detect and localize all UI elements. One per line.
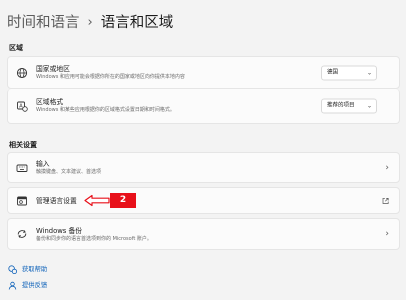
region-format-title: 区域格式	[36, 98, 64, 106]
chevron-right-icon: ›	[385, 162, 389, 173]
page-title: 语言和区域	[100, 15, 174, 31]
region-format-value: 推荐的项目	[327, 102, 355, 109]
help-icon	[8, 265, 17, 274]
region-format-card[interactable]: A 区域格式 Windows 和某些应用根据你的区域格式设置日期和时间格式。 推…	[7, 89, 400, 124]
country-region-value: 德国	[327, 69, 339, 75]
admin-language-title: 管理语言设置	[36, 197, 77, 205]
chevron-down-icon: ⌄	[366, 102, 372, 110]
get-help-link[interactable]: 获取帮助	[8, 265, 47, 274]
keyboard-icon	[16, 162, 28, 174]
breadcrumb-separator-icon: ›	[87, 15, 93, 30]
admin-language-card[interactable]: 管理语言设置	[7, 187, 400, 214]
chevron-right-icon: ›	[385, 229, 389, 239]
input-desc: 触摸键盘、文本建议、首选项	[36, 169, 102, 175]
feedback-icon	[8, 281, 17, 290]
country-region-dropdown[interactable]: 德国 ⌄	[321, 65, 377, 80]
region-format-icon: A	[16, 100, 28, 112]
country-region-title: 国家或地区	[36, 65, 70, 73]
give-feedback-link[interactable]: 提供反馈	[8, 281, 47, 290]
open-external-icon	[382, 197, 389, 204]
country-region-desc: Windows 和应用可能会根据你所在的国家或地区向你提供本地内容	[36, 74, 185, 80]
breadcrumb: 时间和语言 › 语言和区域	[7, 13, 173, 33]
windows-backup-card[interactable]: Windows 备份 备份和同步你的语言首选项到你的 Microsoft 账户。…	[7, 218, 400, 250]
breadcrumb-parent[interactable]: 时间和语言	[7, 13, 80, 33]
backup-sync-icon	[16, 228, 28, 240]
get-help-label: 获取帮助	[22, 266, 48, 273]
give-feedback-label: 提供反馈	[22, 282, 48, 289]
country-region-card[interactable]: 国家或地区 Windows 和应用可能会根据你所在的国家或地区向你提供本地内容 …	[7, 56, 400, 89]
input-title: 输入	[36, 160, 50, 168]
region-format-desc: Windows 和某些应用根据你的区域格式设置日期和时间格式。	[36, 107, 175, 113]
admin-language-icon	[16, 195, 28, 207]
chevron-down-icon: ⌄	[366, 69, 372, 76]
input-card[interactable]: 输入 触摸键盘、文本建议、首选项 ›	[7, 152, 400, 183]
globe-icon	[16, 67, 28, 79]
region-format-dropdown[interactable]: 推荐的项目 ⌄	[321, 98, 377, 114]
section-label-related: 相关设置	[9, 141, 37, 149]
windows-backup-desc: 备份和同步你的语言首选项到你的 Microsoft 账户。	[36, 236, 152, 242]
annotation-arrow-icon	[84, 194, 110, 207]
section-label-region: 区域	[9, 44, 23, 52]
annotation-badge: 2	[110, 193, 136, 208]
windows-backup-title: Windows 备份	[36, 227, 83, 235]
